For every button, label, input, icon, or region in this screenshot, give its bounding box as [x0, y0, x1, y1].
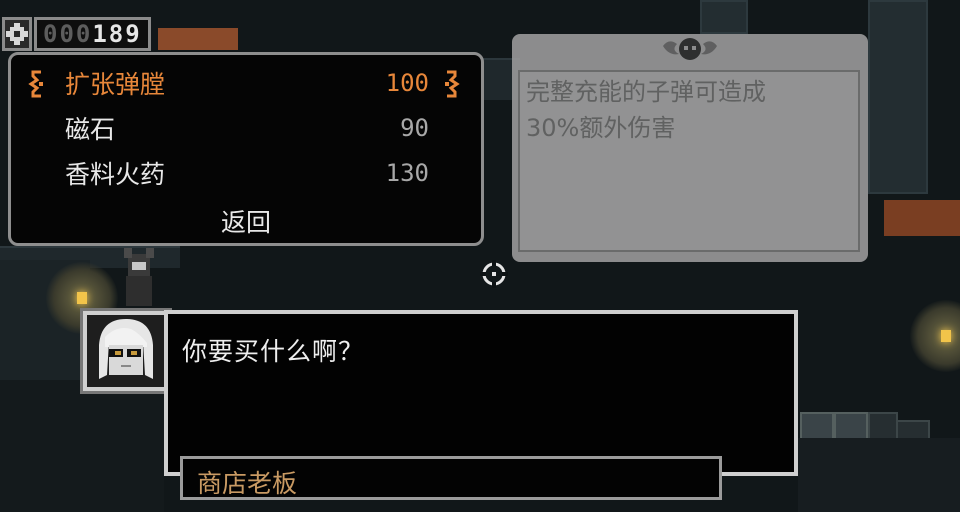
item-description-panel: 完整充能的子弹可造成 30%额外伤害	[512, 34, 868, 262]
item-price: 90	[400, 114, 429, 142]
item-description: 完整充能的子弹可造成 30%额外伤害	[526, 74, 836, 146]
speaker-name-tag: 商店老板	[180, 456, 722, 500]
speaker-portrait	[80, 308, 172, 394]
description-line-2: 30%额外伤害	[526, 114, 676, 142]
item-price: 130	[385, 159, 429, 187]
winged-skull-emblem-icon	[663, 38, 717, 60]
currency-counter: 000 189	[34, 17, 151, 51]
counter-leading-zeros: 000	[43, 20, 93, 48]
shop-item-spice-gunpowder[interactable]: 香料火药 130	[11, 154, 481, 192]
back-button[interactable]: 返回	[11, 203, 481, 239]
dialog-box[interactable]: 你要买什么啊？	[164, 310, 798, 476]
item-price: 100	[385, 69, 429, 97]
ornate-bracket-icon	[28, 70, 43, 98]
description-line-1: 完整充能的子弹可造成	[526, 78, 766, 106]
gear-currency-icon	[2, 17, 32, 51]
shop-item-expanded-chamber[interactable]: 扩张弹膛 100	[11, 64, 481, 102]
shopkeeper-character-sprite	[124, 248, 154, 306]
shop-menu: 扩张弹膛 100 磁石 90 香料火药 130 返回	[8, 52, 484, 246]
item-name: 香料火药	[65, 160, 166, 189]
currency-hud: 000 189	[2, 14, 151, 54]
crosshair-icon	[480, 260, 508, 288]
speaker-name: 商店老板	[197, 469, 298, 498]
dialog-text: 你要买什么啊？	[182, 337, 365, 366]
shopkeeper-portrait-icon	[87, 315, 165, 387]
counter-value: 189	[92, 20, 142, 48]
item-name: 扩张弹膛	[65, 70, 166, 99]
shop-item-magnet[interactable]: 磁石 90	[11, 109, 481, 147]
ornate-bracket-icon	[445, 70, 460, 98]
item-name: 磁石	[65, 115, 116, 144]
